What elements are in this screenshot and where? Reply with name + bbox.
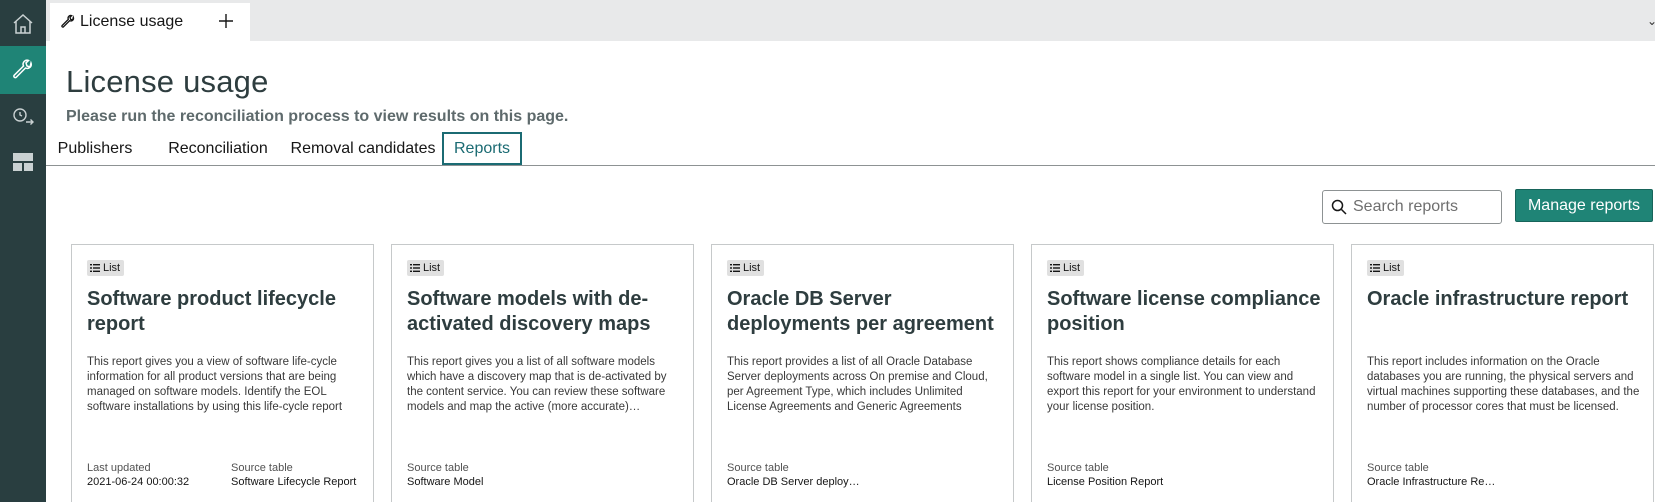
list-badge-label: List: [743, 262, 761, 274]
home-icon: [13, 13, 33, 34]
source-table-label: Source table: [1367, 462, 1429, 474]
source-table: Source table Software Model: [407, 461, 677, 489]
card-title[interactable]: Software models with de-activated discov…: [407, 287, 682, 337]
license-usage-nav[interactable]: [0, 46, 46, 94]
card-title[interactable]: Software license compliance position: [1047, 287, 1322, 337]
report-card[interactable]: List Oracle DB Server deployments per ag…: [711, 244, 1014, 502]
list-badge-label: List: [103, 262, 121, 274]
report-card[interactable]: List Software license compliance positio…: [1031, 244, 1334, 502]
list-icon: [1050, 264, 1060, 272]
clock-history-icon: [13, 108, 34, 125]
last-updated-value: 2021-06-24 00:00:32: [87, 476, 190, 488]
list-badge: List: [727, 260, 765, 276]
card-description: This report shows compliance details for…: [1047, 356, 1316, 413]
history-button[interactable]: [0, 92, 46, 140]
source-table: Source table License Position Report: [1047, 461, 1317, 489]
list-badge: List: [1047, 260, 1085, 276]
tab-bar: License usage ⌄: [46, 0, 1655, 41]
tab-publishers[interactable]: Publishers: [54, 132, 136, 165]
source-table: Source table Oracle DB Server deploy…: [727, 461, 997, 489]
source-table-value: Oracle Infrastructure Re…: [1367, 476, 1496, 488]
dashboard-button[interactable]: [0, 138, 46, 186]
source-table-value: License Position Report: [1047, 476, 1164, 488]
search-input[interactable]: [1353, 198, 1493, 216]
source-table: Source table Software Lifecycle Report: [231, 461, 366, 489]
list-icon: [90, 264, 100, 272]
plus-icon: [219, 14, 233, 28]
source-table-value: Software Model: [407, 476, 484, 488]
list-badge-label: List: [1063, 262, 1081, 274]
list-icon: [1370, 264, 1380, 272]
source-table-label: Source table: [727, 462, 789, 474]
list-badge-label: List: [423, 262, 441, 274]
list-icon: [730, 264, 740, 272]
list-badge: List: [1367, 260, 1405, 276]
source-table: Source table Oracle Infrastructure Re…: [1367, 461, 1637, 489]
report-card[interactable]: List Software models with de-activated d…: [391, 244, 694, 502]
last-updated: Last updated 2021-06-24 00:00:32: [87, 461, 217, 489]
source-table-label: Source table: [231, 462, 293, 474]
card-title[interactable]: Oracle DB Server deployments per agreeme…: [727, 287, 1002, 337]
card-title[interactable]: Oracle infrastructure report: [1367, 287, 1642, 312]
source-table-label: Source table: [407, 462, 469, 474]
tab-reports[interactable]: Reports: [442, 132, 522, 165]
search-field[interactable]: [1322, 190, 1502, 224]
dashboard-icon: [13, 153, 33, 171]
list-badge-label: List: [1383, 262, 1401, 274]
home-button[interactable]: [0, 0, 46, 48]
card-title[interactable]: Software product lifecycle report: [87, 287, 362, 337]
left-rail: [0, 0, 46, 502]
page-title: License usage: [66, 64, 269, 99]
add-tab-button[interactable]: [214, 9, 238, 33]
wrench-icon: [61, 14, 75, 28]
manage-reports-button[interactable]: Manage reports: [1515, 189, 1653, 222]
source-table-value: Software Lifecycle Report: [231, 476, 357, 488]
wrench-icon: [13, 59, 32, 79]
tab-label: License usage: [80, 13, 184, 30]
tab-reconciliation[interactable]: Reconciliation: [158, 132, 278, 165]
source-table-value: Oracle DB Server deploy…: [727, 476, 860, 488]
source-table-label: Source table: [1047, 462, 1109, 474]
card-description: This report gives you a view of software…: [87, 356, 343, 413]
search-icon: [1331, 199, 1347, 215]
page-subtitle: Please run the reconciliation process to…: [66, 108, 569, 125]
card-description: This report includes information on the …: [1367, 356, 1640, 413]
list-badge: List: [407, 260, 445, 276]
chevron-down-icon[interactable]: ⌄: [1647, 14, 1655, 28]
list-badge: List: [87, 260, 125, 276]
card-description: This report gives you a list of all soft…: [407, 356, 667, 413]
report-card[interactable]: List Oracle infrastructure report This r…: [1351, 244, 1654, 502]
card-description: This report provides a list of all Oracl…: [727, 356, 988, 413]
list-icon: [410, 264, 420, 272]
last-updated-label: Last updated: [87, 462, 151, 474]
report-card[interactable]: List Software product lifecycle report T…: [71, 244, 374, 502]
tab-removal-candidates[interactable]: Removal candidates: [288, 132, 438, 165]
report-tabs: Publishers Reconciliation Removal candid…: [46, 132, 1655, 166]
